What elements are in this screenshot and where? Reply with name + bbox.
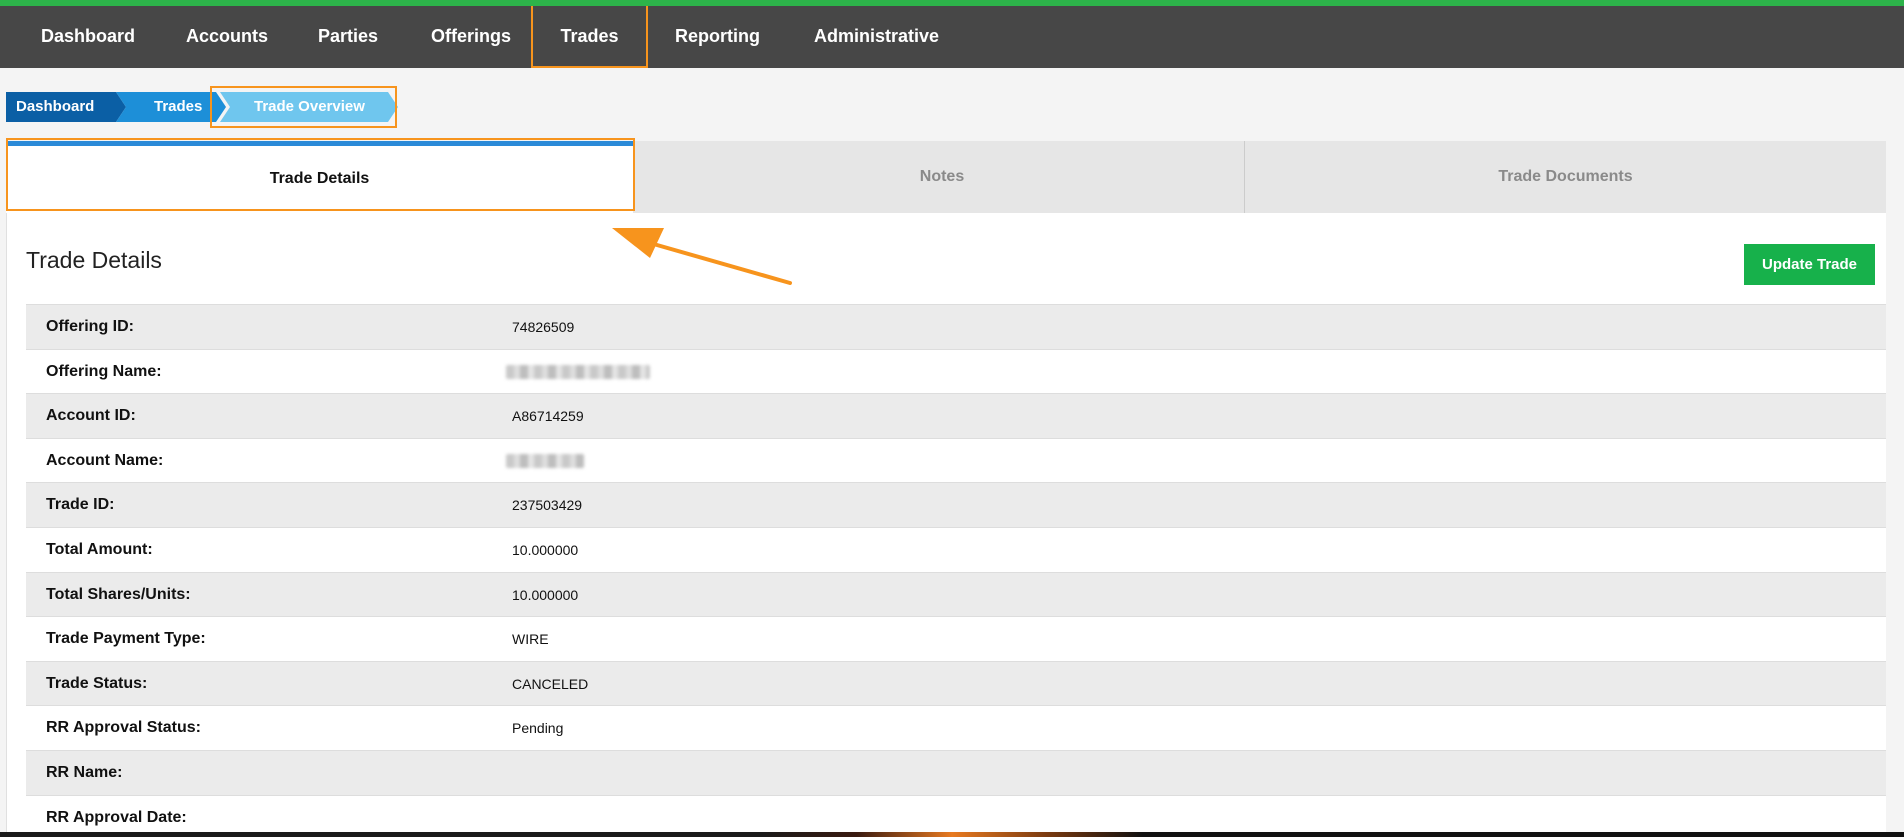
table-row: Total Shares/Units: 10.000000 <box>26 571 1886 617</box>
nav-trades[interactable]: Trades <box>531 6 648 68</box>
breadcrumb-dashboard-label: Dashboard <box>16 98 95 115</box>
payment-type-label: Trade Payment Type: <box>46 630 206 648</box>
offering-id-value: 74826509 <box>512 319 575 335</box>
table-row: RR Name: <box>26 749 1886 795</box>
offering-name-label: Offering Name: <box>46 362 162 380</box>
rr-approval-status-label: RR Approval Status: <box>46 719 201 737</box>
nav-dashboard[interactable]: Dashboard <box>21 6 155 68</box>
table-row: RR Approval Status: Pending <box>26 705 1886 750</box>
tab-notes[interactable]: Notes <box>634 141 1250 213</box>
nav-offerings[interactable]: Offerings <box>411 6 531 68</box>
tab-trade-documents[interactable]: Trade Documents <box>1245 141 1886 213</box>
window-bottom-edge <box>0 832 1904 837</box>
section-title: Trade Details <box>26 247 162 273</box>
payment-type-value: WIRE <box>512 631 549 648</box>
table-row: Trade ID: 237503429 <box>26 482 1886 527</box>
nav-reporting[interactable]: Reporting <box>655 6 780 68</box>
nav-parties[interactable]: Parties <box>298 6 398 68</box>
breadcrumb-highlight-box <box>210 86 397 128</box>
account-id-value: A86714259 <box>512 408 584 425</box>
total-amount-label: Total Amount: <box>46 540 153 558</box>
redacted-text <box>506 453 584 468</box>
table-row: Offering Name: <box>26 348 1886 394</box>
breadcrumb-dashboard[interactable]: Dashboard <box>6 92 128 122</box>
total-shares-value: 10.000000 <box>512 586 579 603</box>
total-shares-label: Total Shares/Units: <box>46 585 191 603</box>
table-row: Trade Payment Type: WIRE <box>26 616 1886 661</box>
trade-id-label: Trade ID: <box>46 496 115 514</box>
rr-name-label: RR Name: <box>46 763 123 781</box>
trade-id-value: 237503429 <box>512 497 583 514</box>
trade-status-label: Trade Status: <box>46 674 148 692</box>
redacted-text <box>506 364 650 379</box>
account-id-label: Account ID: <box>46 407 136 425</box>
table-row: Total Amount: 10.000000 <box>26 526 1886 572</box>
table-row: Trade Status: CANCELED <box>26 660 1886 706</box>
nav-administrative[interactable]: Administrative <box>794 6 959 68</box>
trade-status-value: CANCELED <box>512 675 589 692</box>
table-row: Account Name: <box>26 437 1886 483</box>
table-row: Offering ID: 74826509 <box>26 304 1886 349</box>
total-amount-value: 10.000000 <box>512 541 579 558</box>
breadcrumb-trades-label: Trades <box>154 98 203 115</box>
top-navigation: Dashboard Accounts Parties Offerings Tra… <box>0 0 1904 68</box>
offering-id-label: Offering ID: <box>46 318 134 335</box>
update-trade-button[interactable]: Update Trade <box>1744 244 1875 285</box>
rr-approval-date-label: RR Approval Date: <box>46 808 187 826</box>
table-row: Account ID: A86714259 <box>26 393 1886 438</box>
trade-details-table: Offering ID: 74826509 Offering Name: Acc… <box>26 304 1886 837</box>
tab-highlight-box <box>6 138 635 211</box>
account-name-label: Account Name: <box>46 451 164 469</box>
nav-accounts[interactable]: Accounts <box>166 6 288 68</box>
rr-approval-status-value: Pending <box>512 720 564 737</box>
table-row: RR Approval Date: <box>26 794 1886 837</box>
